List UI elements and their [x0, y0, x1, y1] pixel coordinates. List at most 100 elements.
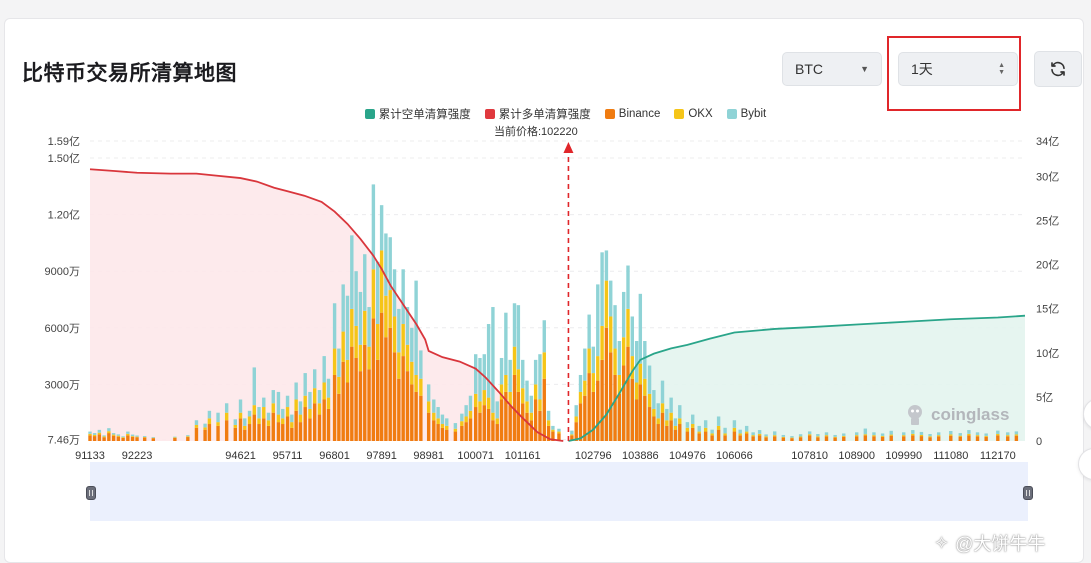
bar-okx [341, 331, 345, 362]
bar-bybit [574, 405, 578, 417]
bar-binance [697, 433, 701, 441]
bar-okx [542, 352, 546, 379]
bar-okx [958, 435, 962, 437]
bar-binance [135, 437, 139, 441]
bar-bybit [468, 395, 473, 411]
bar-binance [525, 412, 529, 441]
bar-okx [984, 435, 988, 437]
bar-okx [652, 408, 656, 417]
bar-bybit [121, 436, 125, 438]
bar-binance [290, 427, 294, 441]
bar-okx [116, 435, 121, 437]
bar-okx [710, 433, 714, 436]
bar-okx [121, 437, 125, 438]
bar-okx [757, 433, 762, 436]
bar-okx [453, 428, 458, 432]
bar-okx [634, 382, 639, 400]
bar-bybit [486, 324, 491, 398]
bar-okx [578, 391, 583, 404]
coinglass-logo-icon [908, 405, 922, 425]
bar-bybit [384, 233, 388, 296]
bar-okx [436, 418, 440, 425]
bar-okx [842, 435, 846, 437]
bar-bybit [142, 436, 147, 438]
bar-okx [97, 432, 102, 435]
bar-okx [358, 344, 363, 372]
bar-binance [194, 427, 199, 441]
right-axis-tick: 30亿 [1036, 170, 1059, 183]
bar-bybit [460, 413, 464, 422]
bar-okx [464, 416, 468, 423]
bar-bybit [262, 397, 266, 408]
bar-okx [207, 418, 212, 425]
right-axis-tick: 10亿 [1036, 347, 1059, 360]
right-axis-tick: 20亿 [1036, 259, 1059, 272]
bar-okx [271, 403, 275, 413]
bar-okx [173, 437, 177, 438]
bar-okx [643, 378, 647, 396]
bar-binance [419, 395, 423, 441]
bar-bybit [665, 408, 669, 421]
bar-bybit [691, 414, 695, 425]
coinglass-watermark: coinglass [903, 403, 1009, 427]
bar-okx [855, 435, 859, 437]
x-axis-tick: 102796 [575, 450, 612, 462]
bar-binance [276, 422, 281, 441]
bar-okx [262, 407, 266, 419]
bar-bybit [738, 429, 742, 434]
bar-bybit [781, 434, 786, 437]
bar-bybit [216, 412, 220, 423]
bar-bybit [341, 284, 345, 332]
bar-okx [350, 308, 354, 347]
bar-binance [173, 437, 177, 441]
zoom-handle-right[interactable] [1023, 486, 1033, 500]
bar-bybit [600, 252, 604, 326]
bar-bybit [855, 432, 859, 436]
right-axis-tick: 0 [1036, 436, 1042, 448]
bar-binance [889, 435, 893, 441]
zoom-handle-left[interactable] [86, 486, 96, 500]
bar-okx [130, 436, 135, 437]
bar-binance [445, 429, 449, 441]
bar-bybit [436, 407, 440, 419]
bar-binance [326, 408, 331, 441]
bar-bybit [126, 431, 130, 434]
bar-okx [426, 401, 431, 413]
bar-binance [621, 365, 626, 441]
bar-okx [557, 431, 561, 434]
bar-bybit [332, 303, 337, 349]
bar-binance [764, 437, 768, 441]
bar-okx [345, 359, 350, 383]
bar-binance [996, 435, 1000, 441]
bar-binance [855, 436, 859, 441]
bar-bybit [996, 430, 1000, 435]
bar-okx [911, 433, 915, 436]
bar-okx [533, 384, 538, 400]
bar-bybit [816, 434, 820, 437]
bar-bybit [842, 433, 846, 436]
zoom-slider[interactable] [90, 462, 1028, 521]
bar-okx [92, 434, 97, 437]
bar-okx [764, 436, 768, 438]
bar-bybit [587, 314, 591, 349]
bar-okx [587, 348, 591, 374]
bar-okx [630, 356, 635, 379]
bar-binance [516, 391, 521, 441]
bar-binance [401, 356, 405, 441]
bar-binance [207, 424, 212, 441]
bar-okx [384, 295, 388, 338]
bar-bybit [303, 373, 307, 396]
bar-binance [757, 435, 762, 441]
bar-bybit [224, 403, 229, 413]
bar-binance [491, 420, 495, 441]
bar-okx [322, 382, 326, 400]
bar-binance [397, 378, 401, 441]
bar-okx [546, 420, 551, 426]
bar-okx [233, 424, 237, 428]
bar-okx [591, 373, 595, 392]
bar-okx [574, 416, 578, 423]
x-axis-tick: 107810 [791, 450, 828, 462]
x-axis-tick: 95711 [273, 450, 303, 462]
bar-okx [252, 405, 256, 415]
bar-bybit [529, 395, 534, 413]
